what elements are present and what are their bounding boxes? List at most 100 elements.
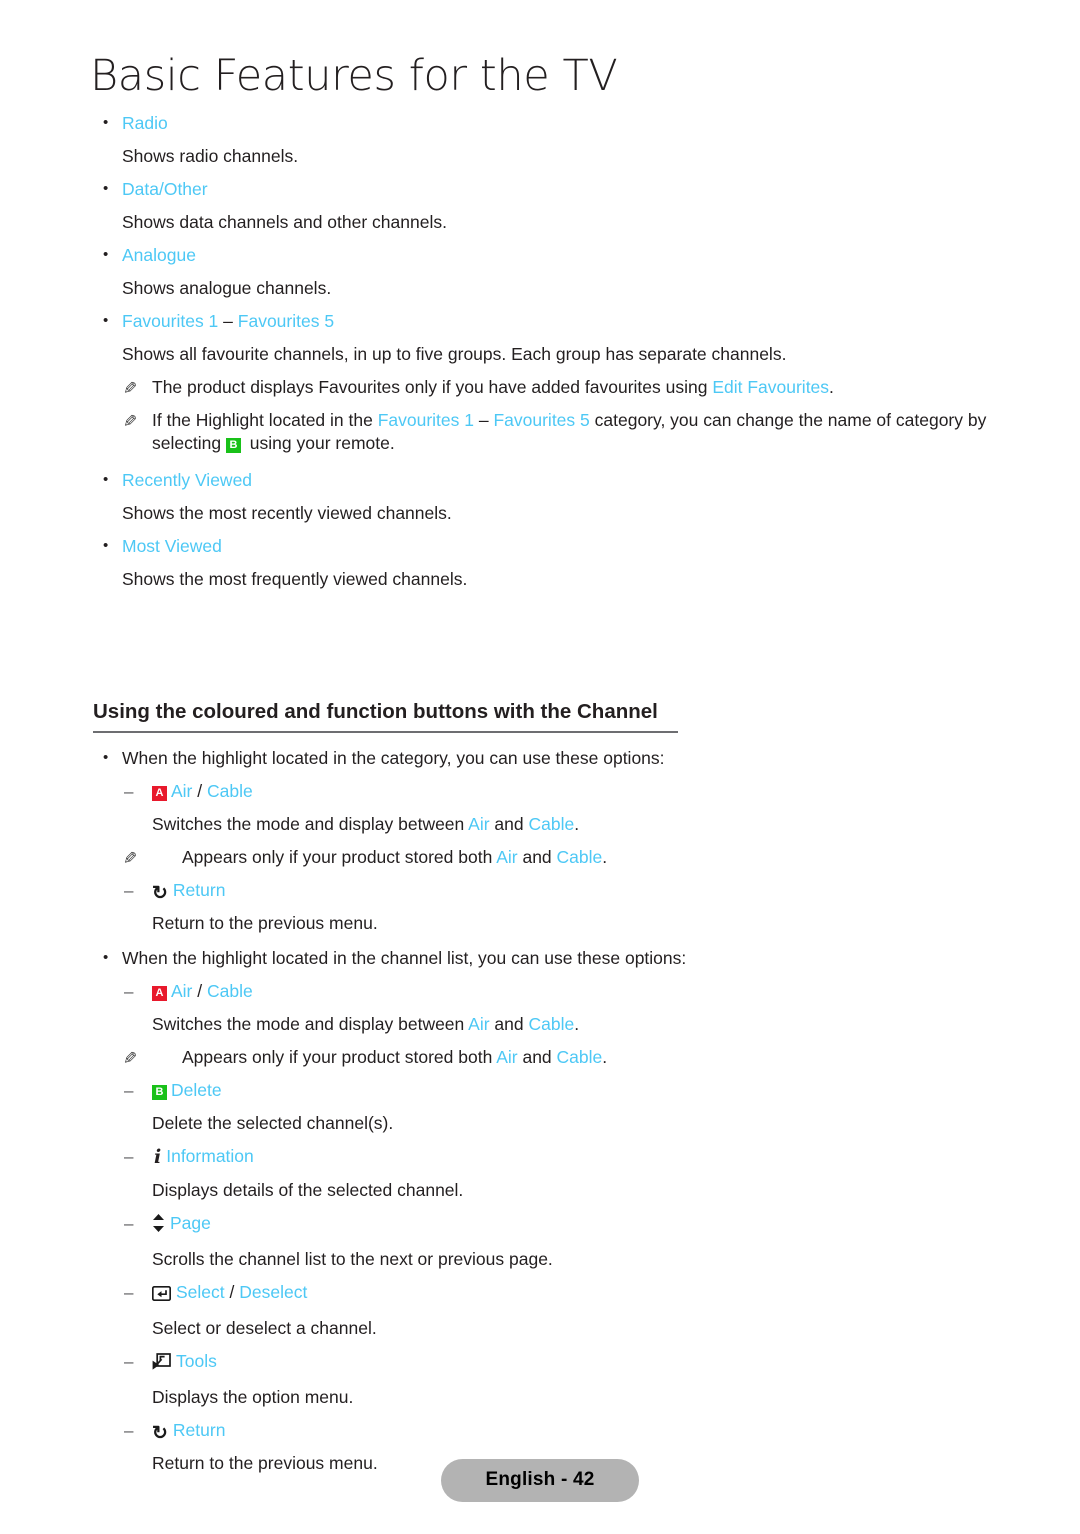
desc-air-cable: Switches the mode and display between Ai… (0, 813, 1080, 836)
option-select-deselect: Select / Deselect (0, 1281, 1080, 1307)
desc-information: Displays details of the selected channel… (152, 1180, 464, 1200)
option-return-category: ↺Return (0, 879, 1080, 904)
note-text-post: . (829, 377, 834, 397)
label-air: Air (171, 781, 193, 801)
option-tools: Tools (0, 1350, 1080, 1376)
list-item-recently-viewed: Recently Viewed (0, 468, 1080, 492)
tools-icon (152, 1353, 171, 1376)
option-air-cable: A Air / Cable (0, 780, 1080, 803)
desc-text-post: . (574, 814, 580, 834)
note-favourites-rename: If the Highlight located in the Favourit… (0, 409, 1080, 455)
list-item-category-intro: When the highlight located in the catego… (0, 746, 1080, 770)
note-text-post: . (602, 1047, 608, 1067)
label-page: Page (170, 1213, 211, 1233)
note-text-post: . (602, 847, 608, 867)
desc-text-mid: and (489, 1014, 529, 1034)
page-content: Radio Shows radio channels. Data/Other S… (0, 111, 1080, 1475)
label-tools: Tools (176, 1351, 217, 1371)
label-delete: Delete (171, 1080, 222, 1100)
desc-text-pre: Switches the mode and display between (152, 814, 469, 834)
desc-delete: Delete the selected channel(s). (152, 1113, 394, 1133)
page-footer: English - 42 (0, 1459, 1080, 1502)
desc-analogue: Shows analogue channels. (122, 278, 332, 298)
return-arrow-icon: ↺ (152, 1423, 168, 1444)
list-item-favourites: Favourites 1 – Favourites 5 (0, 309, 1080, 333)
option-air-cable-2: A Air / Cable (0, 980, 1080, 1003)
label-information: Information (166, 1146, 254, 1166)
inline-air: Air (496, 1047, 518, 1067)
inline-cable: Cable (556, 847, 603, 867)
desc-recently-viewed: Shows the most recently viewed channels. (122, 503, 452, 523)
desc-air-cable-2: Switches the mode and display between Ai… (0, 1013, 1080, 1036)
term-analogue: Analogue (122, 245, 196, 265)
enter-key-icon (151, 1284, 172, 1307)
desc-page: Scrolls the channel list to the next or … (152, 1249, 553, 1269)
label-cable: Cable (206, 981, 253, 1001)
desc-tools: Displays the option menu. (152, 1387, 354, 1407)
desc-text-pre: Switches the mode and display between (152, 1014, 469, 1034)
separator-slash: / (192, 981, 207, 1001)
desc-radio: Shows radio channels. (122, 146, 299, 166)
label-return: Return (172, 880, 226, 900)
list-item-analogue: Analogue (0, 243, 1080, 267)
term-favourites-5: Favourites 5 (237, 311, 335, 331)
button-badge-b: B (225, 438, 241, 453)
term-recently-viewed: Recently Viewed (122, 470, 253, 490)
inline-air: Air (468, 814, 490, 834)
page-title: Basic Features for the TV (90, 51, 618, 101)
return-arrow-icon: ↺ (152, 883, 168, 904)
note-text-pre: Appears only if your product stored both (182, 1047, 497, 1067)
note-text-post: using your remote. (244, 433, 395, 453)
inline-cable: Cable (556, 1047, 603, 1067)
page-number-badge: English - 42 (441, 1459, 639, 1502)
note-favourites-edit: The product displays Favourites only if … (0, 376, 1080, 399)
information-i-icon: i (154, 1146, 162, 1168)
inline-cable: Cable (528, 1014, 575, 1034)
label-air: Air (171, 981, 193, 1001)
inline-air: Air (496, 847, 518, 867)
desc-favourites: Shows all favourite channels, in up to f… (122, 344, 787, 364)
term-favourites-1: Favourites 1 (122, 311, 219, 331)
manual-page: Basic Features for the TV Radio Shows ra… (0, 0, 1080, 1534)
separator-slash: / (192, 781, 207, 801)
list-item-most-viewed: Most Viewed (0, 534, 1080, 558)
label-select: Select (176, 1282, 225, 1302)
link-favourites-1: Favourites 1 (377, 410, 474, 430)
desc-text-post: . (574, 1014, 580, 1034)
note-text-mid: and (517, 1047, 557, 1067)
button-badge-a: A (152, 986, 167, 1001)
favourites-range-dash: – (474, 410, 494, 430)
link-edit-favourites: Edit Favourites (712, 377, 830, 397)
label-cable: Cable (206, 781, 253, 801)
desc-return-category: Return to the previous menu. (152, 913, 378, 933)
note-air-cable-stored-2: Appears only if your product stored both… (0, 1046, 1080, 1069)
list-item-data-other: Data/Other (0, 177, 1080, 201)
button-badge-b: B (152, 1085, 167, 1100)
note-air-cable-stored: Appears only if your product stored both… (0, 846, 1080, 869)
note-text-pre: The product displays Favourites only if … (152, 377, 713, 397)
link-favourites-5: Favourites 5 (493, 410, 590, 430)
list-item-radio: Radio (0, 111, 1080, 135)
list-item-channellist-intro: When the highlight located in the channe… (0, 946, 1080, 970)
section-heading: Using the coloured and function buttons … (93, 699, 678, 733)
desc-data-other: Shows data channels and other channels. (122, 212, 447, 232)
inline-cable: Cable (528, 814, 575, 834)
label-return: Return (172, 1420, 226, 1440)
desc-most-viewed: Shows the most frequently viewed channel… (122, 569, 468, 589)
label-deselect: Deselect (239, 1282, 308, 1302)
note-text-pre: Appears only if your product stored both (182, 847, 497, 867)
option-information: iInformation (0, 1145, 1080, 1169)
option-delete: B Delete (0, 1079, 1080, 1102)
note-text-mid: and (517, 847, 557, 867)
option-page: Page (0, 1212, 1080, 1238)
note-text-pre: If the Highlight located in the (152, 410, 378, 430)
option-return-channellist: ↺Return (0, 1419, 1080, 1444)
term-data-other: Data/Other (122, 179, 208, 199)
desc-text-mid: and (489, 814, 529, 834)
separator-slash: / (224, 1282, 240, 1302)
desc-select-deselect: Select or deselect a channel. (152, 1318, 377, 1338)
term-most-viewed: Most Viewed (122, 536, 222, 556)
favourites-range-dash: – (218, 311, 238, 331)
term-radio: Radio (122, 113, 168, 133)
up-down-arrow-icon (152, 1214, 165, 1238)
